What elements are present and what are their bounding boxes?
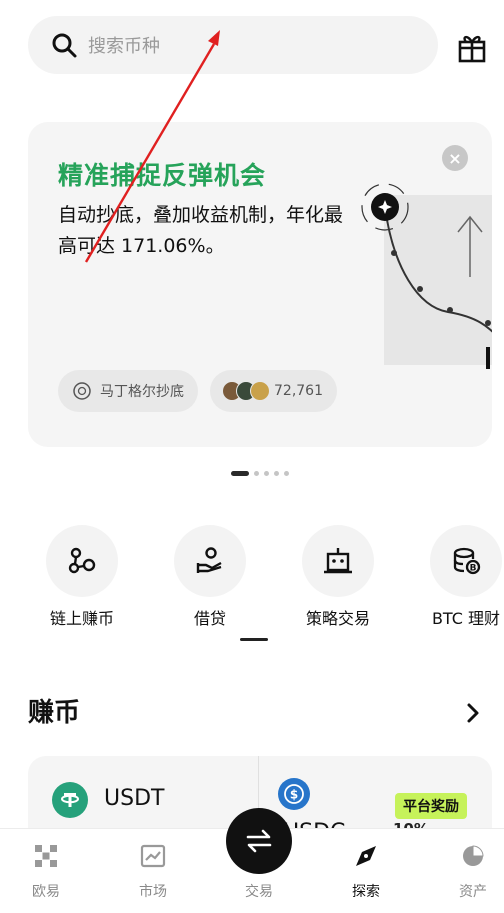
loan-icon <box>196 547 222 573</box>
trade-swap-button[interactable] <box>226 808 292 874</box>
close-icon[interactable]: × <box>442 145 468 171</box>
reward-badge: 平台奖励 <box>395 793 467 819</box>
usdc-coin-icon: $ <box>278 778 310 810</box>
coin-cycle-icon <box>73 382 91 400</box>
svg-text:$: $ <box>290 788 298 802</box>
onchain-earn-icon <box>68 547 96 574</box>
carousel-dot[interactable] <box>264 471 269 476</box>
market-chart-icon <box>140 844 166 868</box>
earn-item-name: USDT <box>104 786 165 811</box>
shortcut-loan[interactable]: 借贷 <box>150 525 270 629</box>
carousel-dot[interactable] <box>284 471 289 476</box>
shortcut-label: BTC 理财 <box>431 609 501 628</box>
promo-title: 精准捕捉反弹机会 <box>58 161 267 190</box>
btc-wealth-icon: B <box>453 547 481 575</box>
carousel-dot[interactable] <box>231 471 249 476</box>
nav-item-explore[interactable]: 探索 <box>316 829 416 913</box>
strategy-chip[interactable]: 马丁格尔抄底 <box>58 370 198 412</box>
shortcut-onchain-earn[interactable]: 链上赚币 <box>22 525 142 629</box>
nav-label: 交易 <box>245 884 273 900</box>
carousel-dot[interactable] <box>254 471 259 476</box>
promo-card[interactable]: 精准捕捉反弹机会 自动抄底，叠加收益机制，年化最高可达 171.06%。 × 马… <box>28 122 492 447</box>
svg-text:B: B <box>470 564 477 574</box>
compass-icon <box>356 846 376 866</box>
nav-label: 探索 <box>352 884 380 900</box>
participant-avatars <box>222 381 270 401</box>
shortcut-btc-wealth[interactable]: B BTC 理财 <box>406 525 504 629</box>
nav-label: 市场 <box>139 884 167 900</box>
nav-label: 欧易 <box>32 884 60 900</box>
search-bar[interactable]: 搜索币种 <box>28 16 438 74</box>
gift-icon[interactable] <box>455 30 489 64</box>
shortcut-label: 链上赚币 <box>49 609 114 628</box>
carousel-dot[interactable] <box>274 471 279 476</box>
trade-swap-icon <box>246 829 272 853</box>
participants-count: 72,761 <box>274 383 323 399</box>
promo-description: 自动抄底，叠加收益机制，年化最高可达 171.06%。 <box>58 204 344 257</box>
participants-chip[interactable]: 72,761 <box>210 370 337 412</box>
earn-section-title: 赚币 <box>28 698 81 728</box>
assets-pie-icon <box>463 845 484 866</box>
nav-label: 资产 <box>459 884 487 900</box>
nav-item-assets[interactable]: 资产 <box>423 829 504 913</box>
chevron-right-icon[interactable] <box>462 700 484 726</box>
okx-logo-icon <box>35 845 57 867</box>
usdt-coin-icon <box>52 782 88 818</box>
nav-item-okx[interactable]: 欧易 <box>0 829 96 913</box>
bot-icon <box>324 548 352 574</box>
search-placeholder: 搜索币种 <box>88 36 160 57</box>
shortcut-scroll-indicator <box>240 638 268 641</box>
shortcut-strategy-trading[interactable]: 策略交易 <box>278 525 398 629</box>
shortcut-label: 策略交易 <box>305 609 370 628</box>
strategy-chip-label: 马丁格尔抄底 <box>100 384 184 400</box>
nav-item-market[interactable]: 市场 <box>103 829 203 913</box>
strategy-illustration <box>361 183 492 369</box>
search-icon <box>52 33 77 58</box>
shortcut-label: 借贷 <box>193 609 226 628</box>
carousel-indicator <box>231 471 294 476</box>
